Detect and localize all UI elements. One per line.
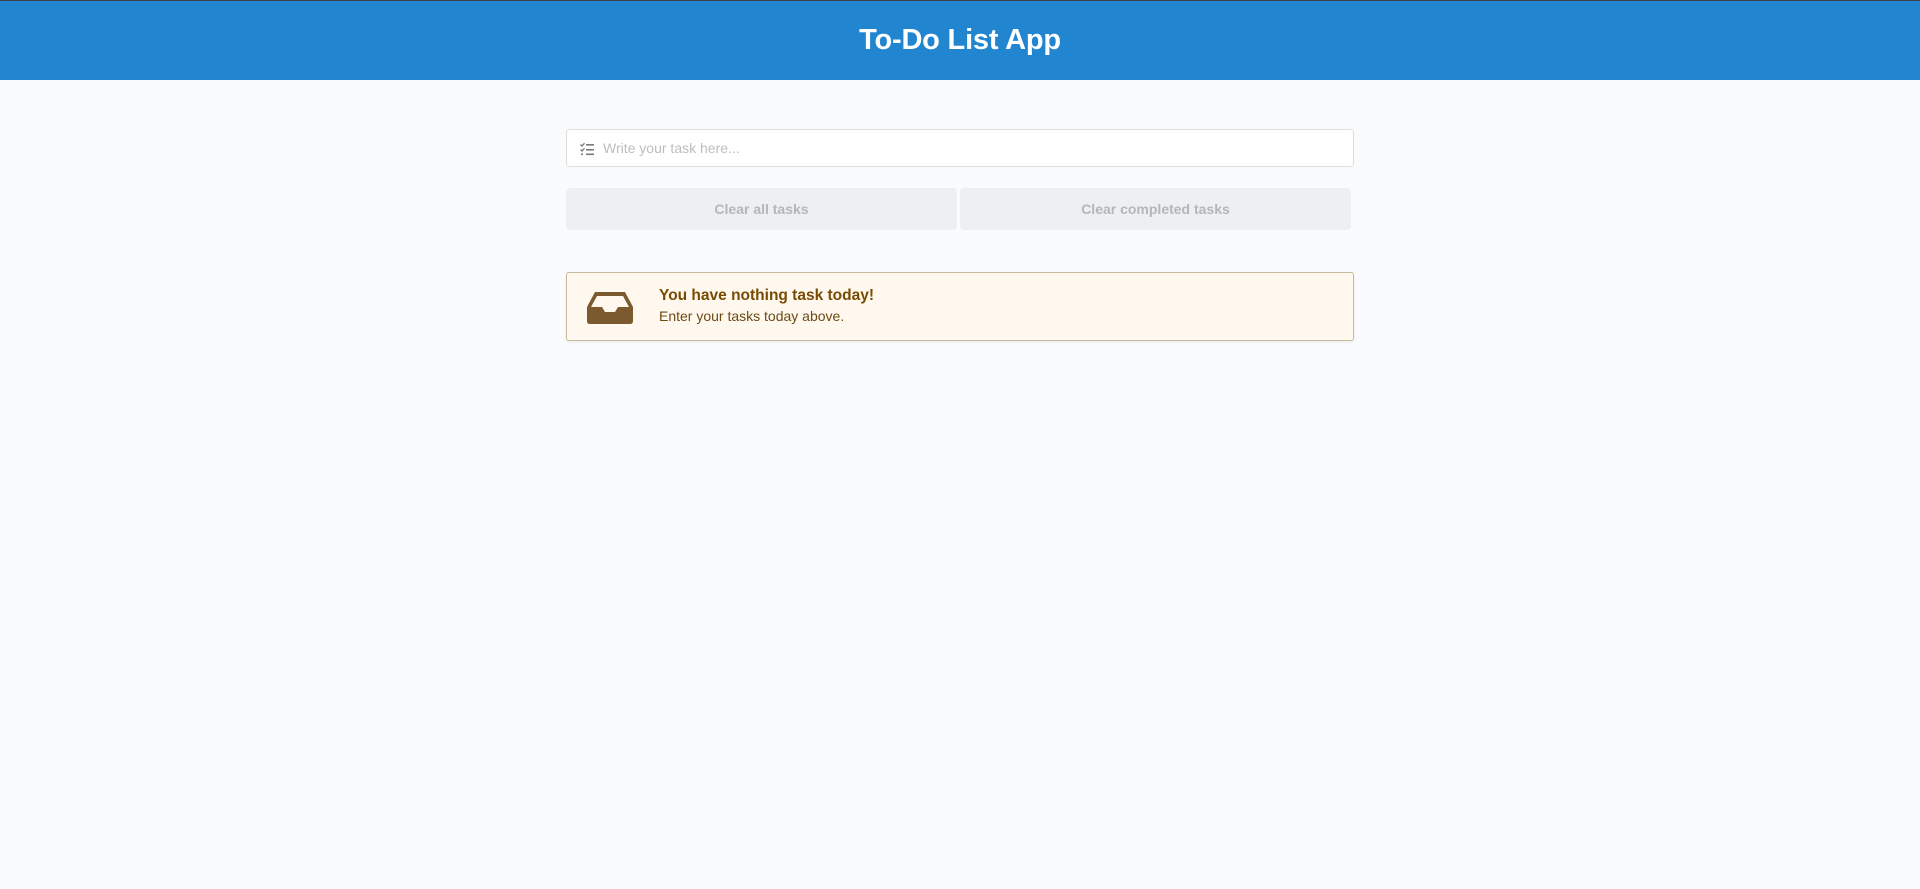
app-header: To-Do List App bbox=[0, 1, 1920, 80]
inbox-icon bbox=[586, 291, 634, 325]
action-buttons: Clear all tasks Clear completed tasks bbox=[566, 188, 1354, 230]
app-title: To-Do List App bbox=[859, 24, 1061, 56]
main-content: Clear all tasks Clear completed tasks Yo… bbox=[566, 129, 1354, 341]
empty-state-subtitle: Enter your tasks today above. bbox=[659, 308, 845, 324]
empty-state-message: You have nothing task today! Enter your … bbox=[566, 272, 1354, 341]
task-input-wrapper bbox=[566, 129, 1354, 167]
clear-completed-tasks-button[interactable]: Clear completed tasks bbox=[960, 188, 1351, 230]
tasks-list-icon bbox=[579, 141, 595, 157]
task-input[interactable] bbox=[603, 130, 1343, 166]
clear-all-tasks-button[interactable]: Clear all tasks bbox=[566, 188, 957, 230]
empty-state-title: You have nothing task today! bbox=[659, 287, 875, 304]
